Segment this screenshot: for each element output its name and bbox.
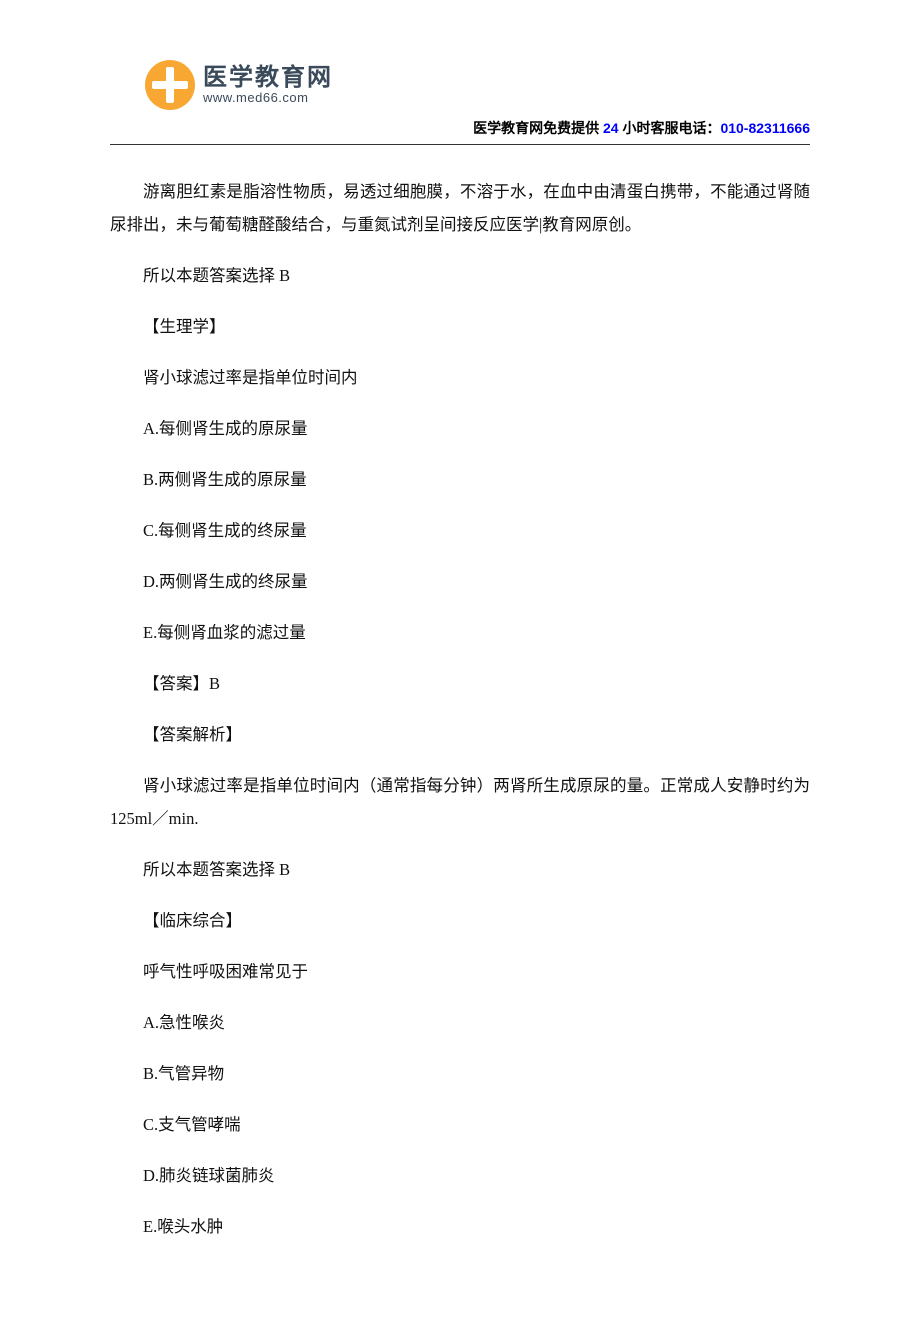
logo-text: 医学教育网 www.med66.com <box>203 65 333 106</box>
section-physiology: 【生理学】 <box>110 310 810 343</box>
option-d-1: D.两侧肾生成的终尿量 <box>110 565 810 598</box>
answer-analysis-heading-1: 【答案解析】 <box>110 718 810 751</box>
provider-label: 医学教育网免费提供 <box>473 120 603 136</box>
header-divider <box>110 144 810 145</box>
paragraph-conclusion-1: 所以本题答案选择 B <box>110 259 810 292</box>
logo-title: 医学教育网 <box>203 65 333 91</box>
document-page: 医学教育网 www.med66.com 医学教育网免费提供 24 小时客服电话：… <box>0 0 920 1321</box>
section-clinical: 【临床综合】 <box>110 904 810 937</box>
option-a-2: A.急性喉炎 <box>110 1006 810 1039</box>
answer-1: 【答案】B <box>110 667 810 700</box>
answer-analysis-1: 肾小球滤过率是指单位时间内（通常指每分钟）两肾所生成原尿的量。正常成人安静时约为… <box>110 769 810 835</box>
logo-url: www.med66.com <box>203 91 333 105</box>
option-c-1: C.每侧肾生成的终尿量 <box>110 514 810 547</box>
option-a-1: A.每侧肾生成的原尿量 <box>110 412 810 445</box>
option-e-2: E.喉头水肿 <box>110 1210 810 1243</box>
option-e-1: E.每侧肾血浆的滤过量 <box>110 616 810 649</box>
option-b-1: B.两侧肾生成的原尿量 <box>110 463 810 496</box>
question-stem-1: 肾小球滤过率是指单位时间内 <box>110 361 810 394</box>
paragraph-conclusion-2: 所以本题答案选择 B <box>110 853 810 886</box>
question-stem-2: 呼气性呼吸困难常见于 <box>110 955 810 988</box>
option-d-2: D.肺炎链球菌肺炎 <box>110 1159 810 1192</box>
option-b-2: B.气管异物 <box>110 1057 810 1090</box>
header-hotline: 医学教育网免费提供 24 小时客服电话：010-82311666 <box>110 118 810 138</box>
hotline-label: 小时客服电话： <box>622 120 720 136</box>
hotline-number: 010-82311666 <box>720 120 810 136</box>
logo-cross-icon <box>145 60 195 110</box>
hotline-prefix: 24 <box>603 120 622 136</box>
document-body: 游离胆红素是脂溶性物质，易透过细胞膜，不溶于水，在血中由清蛋白携带，不能通过肾随… <box>110 175 810 1243</box>
site-logo: 医学教育网 www.med66.com <box>145 60 810 110</box>
option-c-2: C.支气管哮喘 <box>110 1108 810 1141</box>
paragraph-explanation-1: 游离胆红素是脂溶性物质，易透过细胞膜，不溶于水，在血中由清蛋白携带，不能通过肾随… <box>110 175 810 241</box>
